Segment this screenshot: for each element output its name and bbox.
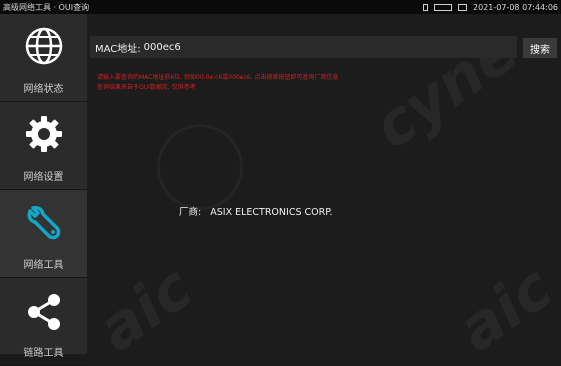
sidebar: 网络状态 网络设置 网络工具 链路工具 bbox=[0, 14, 87, 366]
mac-address-field[interactable]: MAC地址: 000ec6 bbox=[90, 36, 517, 58]
wrench-icon bbox=[22, 200, 66, 244]
vendor-result: 厂商: ASIX ELECTRONICS CORP. bbox=[179, 204, 332, 218]
title-bar: 高级网络工具 · OUI查询 2021-07-08 07:44:06 bbox=[0, 0, 561, 14]
sidebar-item-link-tools[interactable]: 链路工具 bbox=[0, 278, 87, 366]
sidebar-item-label: 链路工具 bbox=[23, 348, 64, 359]
sidebar-item-label: 网络状态 bbox=[23, 84, 64, 95]
oui-query-panel: cyne aic aic MAC地址: 000ec6 搜索 请输入要查询的MAC… bbox=[86, 14, 561, 365]
vendor-label: 厂商: bbox=[179, 207, 202, 218]
hint-line: 查询结果来自于OUI数据库, 仅供参考 bbox=[97, 84, 196, 91]
clock: 2021-07-08 07:44:06 bbox=[473, 2, 558, 12]
mac-address-input[interactable]: 000ec6 bbox=[144, 42, 181, 53]
window-title: 高级网络工具 · OUI查询 bbox=[3, 2, 90, 12]
sidebar-item-network-status[interactable]: 网络状态 bbox=[0, 14, 87, 102]
search-button[interactable]: 搜索 bbox=[523, 38, 557, 58]
sidebar-item-label: 网络设置 bbox=[23, 172, 64, 183]
hint-line: 请输入要查询的MAC地址前6位, 例如00:0e:c6或000ec6, 点击搜索… bbox=[97, 74, 339, 81]
status-area: 2021-07-08 07:44:06 bbox=[423, 3, 561, 12]
storage-icon bbox=[458, 3, 468, 11]
share-icon bbox=[22, 288, 66, 332]
mac-address-label: MAC地址: bbox=[95, 43, 141, 55]
globe-icon bbox=[22, 24, 66, 68]
watermark: aic bbox=[85, 252, 205, 366]
network-status-icon bbox=[434, 3, 453, 11]
battery-icon bbox=[423, 3, 429, 11]
watermark-logo bbox=[157, 124, 243, 210]
watermark: aic bbox=[445, 252, 561, 366]
vendor-value: ASIX ELECTRONICS CORP. bbox=[210, 207, 333, 218]
sidebar-item-network-settings[interactable]: 网络设置 bbox=[0, 102, 87, 190]
sidebar-item-label: 网络工具 bbox=[23, 260, 64, 271]
gear-icon bbox=[22, 112, 66, 156]
sidebar-item-network-tools[interactable]: 网络工具 bbox=[0, 190, 87, 278]
